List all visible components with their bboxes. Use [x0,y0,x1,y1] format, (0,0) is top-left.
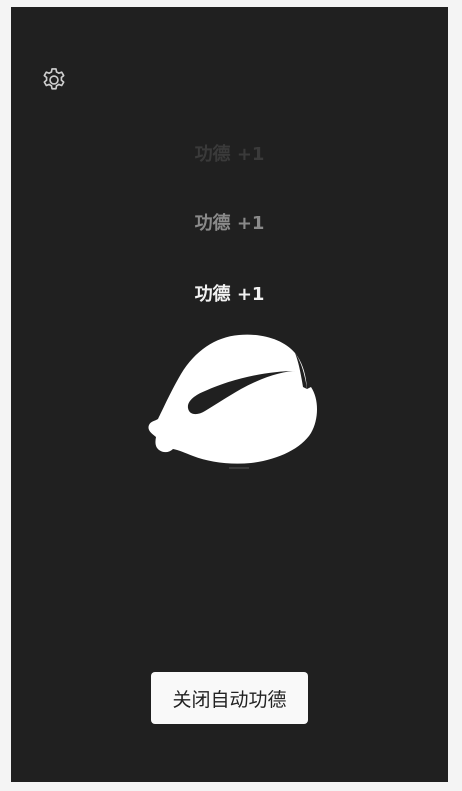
auto-merit-toggle-button[interactable]: 关闭自动功德 [151,672,308,724]
settings-button[interactable] [40,66,68,94]
merit-popup-faded: 功德 +1 [194,144,265,165]
woodfish-button[interactable] [143,329,318,474]
merit-popup-mid: 功德 +1 [194,213,265,234]
woodfish-stage: 功德 +1 功德 +1 功德 +1 关闭自动功德 [11,7,448,782]
merit-popup-bright: 功德 +1 [194,284,265,305]
wooden-fish-icon [143,329,318,474]
gear-icon [40,66,68,94]
